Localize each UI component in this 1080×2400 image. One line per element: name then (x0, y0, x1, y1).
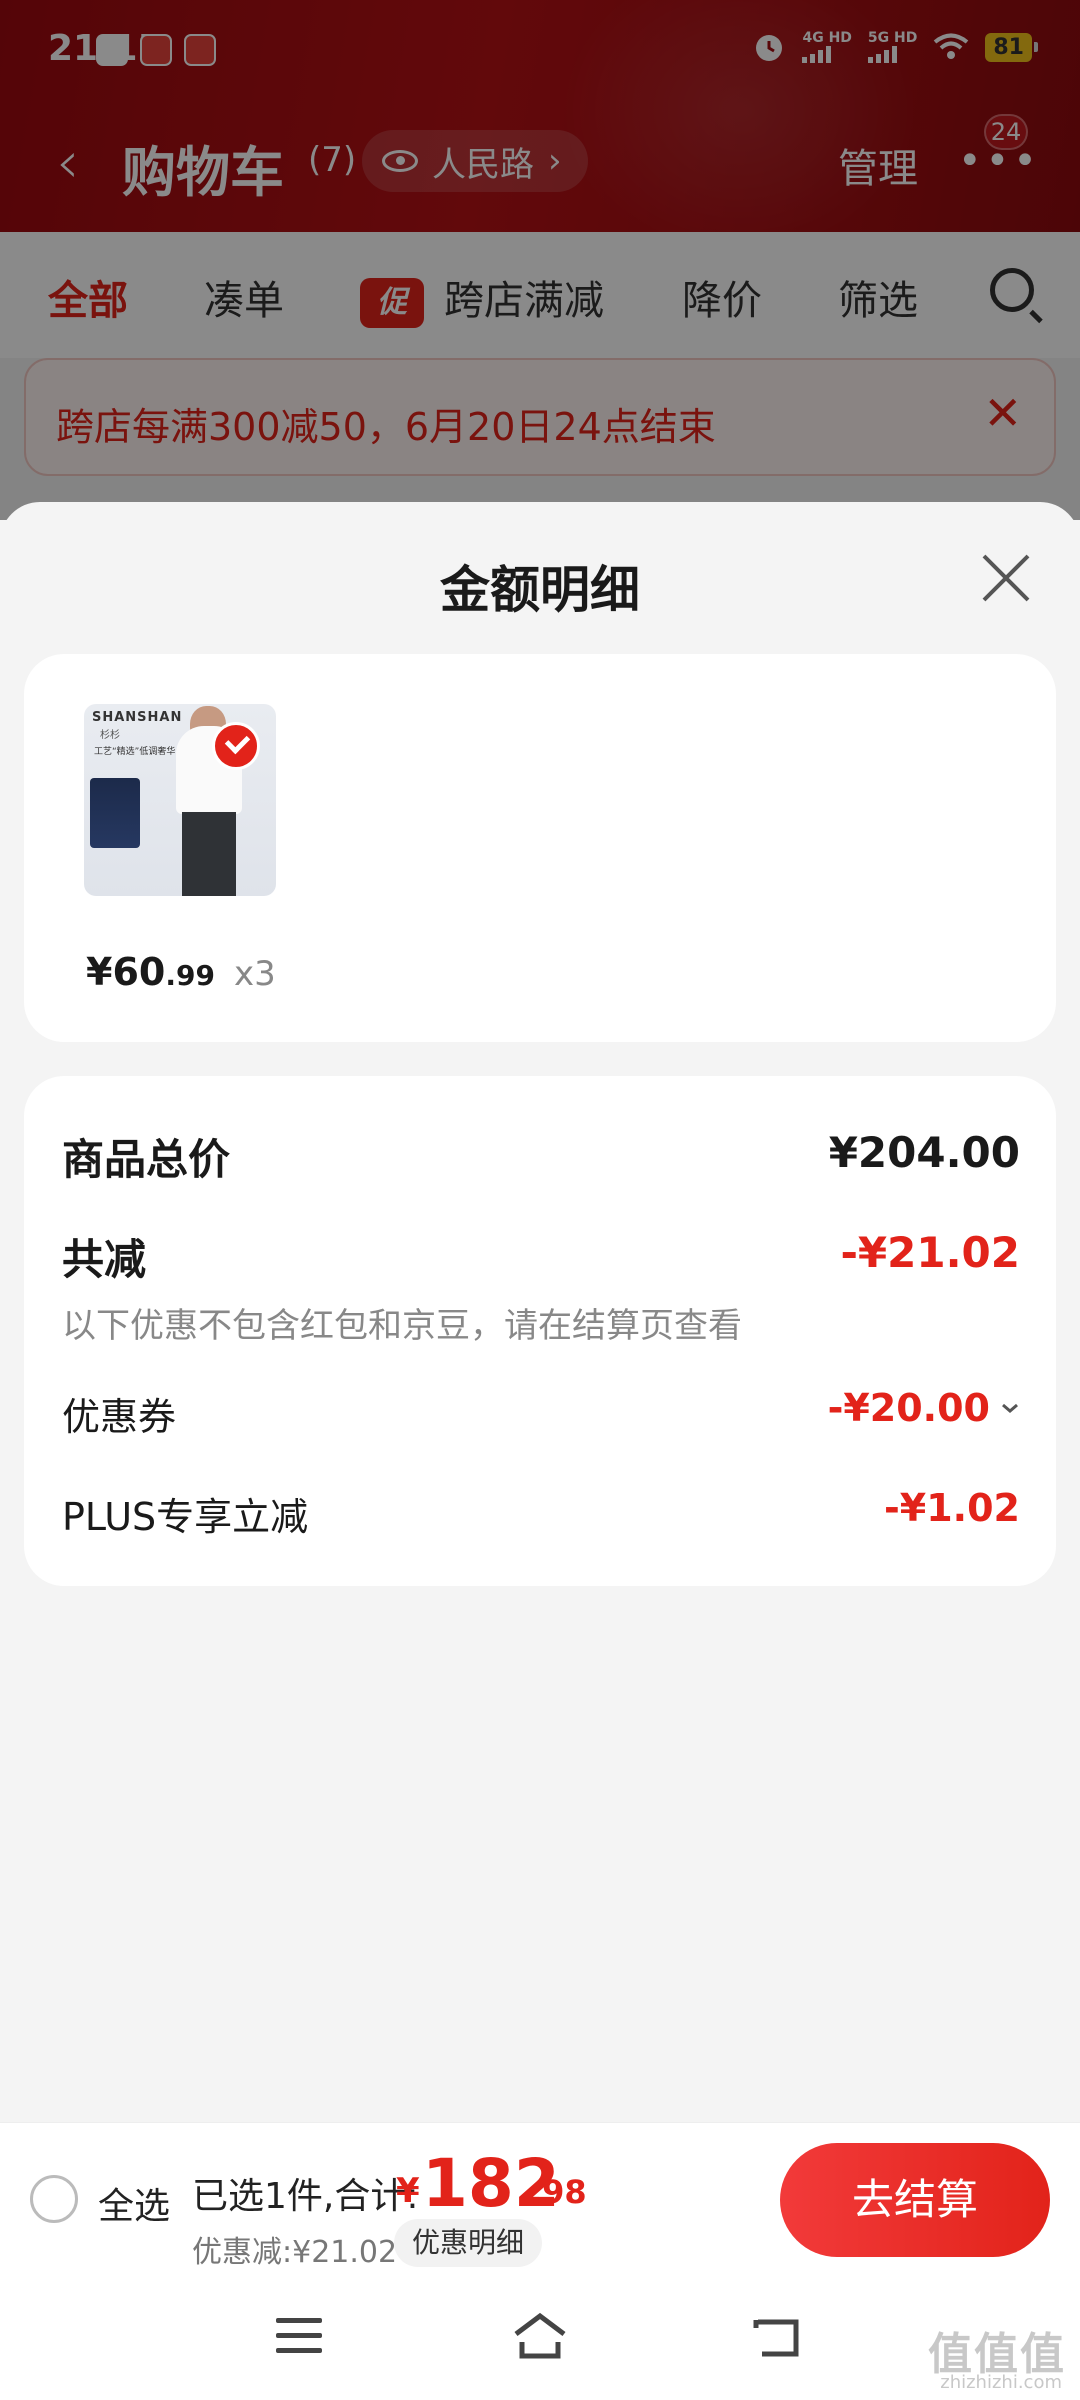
item-price-int: ¥60 (86, 950, 166, 994)
menu-icon[interactable] (276, 2318, 322, 2354)
checkout-bar: 全选 已选1件,合计: ¥ 182 .98 优惠减:¥21.02 优惠明细 去结… (0, 2122, 1080, 2272)
chevron-down-icon (1002, 1403, 1018, 1413)
price-summary-card: 商品总价 ¥204.00 共减 -¥21.02 以下优惠不包含红包和京豆，请在结… (24, 1076, 1056, 1586)
checkout-button[interactable]: 去结算 (780, 2143, 1050, 2257)
discount-detail-button[interactable]: 优惠明细 (394, 2219, 543, 2267)
system-nav-bar (0, 2272, 1080, 2400)
discount-amount: 优惠减:¥21.02 (192, 2235, 398, 2270)
total-amount-dec: .98 (530, 2173, 587, 2211)
select-all-radio[interactable] (30, 2175, 78, 2223)
reduce-label: 共减 (62, 1235, 147, 1284)
close-icon[interactable] (980, 552, 1032, 604)
coupon-value: -¥20.00 (827, 1386, 990, 1430)
item-price-dec: .99 (165, 959, 215, 992)
total-currency: ¥ (396, 2171, 420, 2211)
item-card: SHANSHAN 杉杉 工艺“精选”低调奢华 ¥60.99 x3 (24, 654, 1056, 1042)
coupon-label: 优惠券 (62, 1395, 177, 1439)
sheet-title: 金额明细 (440, 561, 640, 619)
discount-note: 以下优惠不包含红包和京豆，请在结算页查看 (62, 1306, 742, 1346)
item-price: ¥60.99 (86, 950, 215, 994)
plus-discount-value: -¥1.02 (884, 1486, 1020, 1530)
home-icon[interactable] (512, 2312, 568, 2360)
back-icon[interactable] (752, 2316, 804, 2358)
plus-discount-label: PLUS专享立减 (62, 1495, 309, 1539)
watermark-url: zhizhizhi.com (940, 2372, 1062, 2393)
product-brand-cn: 杉杉 (100, 730, 120, 741)
coupon-row-toggle[interactable]: -¥20.00 (828, 1386, 1020, 1430)
model-pants (182, 812, 236, 896)
total-price-value: ¥204.00 (828, 1128, 1020, 1177)
item-quantity: x3 (234, 954, 276, 994)
product-brand: SHANSHAN (92, 710, 183, 725)
folded-shirts (90, 778, 140, 848)
amount-detail-sheet: 金额明细 SHANSHAN 杉杉 工艺“精选”低调奢华 ¥60.99 x3 商品… (0, 502, 1080, 2122)
selected-summary: 已选1件,合计: (192, 2176, 419, 2217)
total-price-label: 商品总价 (62, 1135, 231, 1184)
reduce-value: -¥21.02 (840, 1228, 1020, 1277)
product-image-caption: 工艺“精选”低调奢华 (94, 747, 176, 757)
product-thumbnail[interactable]: SHANSHAN 杉杉 工艺“精选”低调奢华 (84, 704, 276, 896)
checkmark-icon (212, 722, 260, 770)
modal-backdrop[interactable] (0, 0, 1080, 520)
select-all-label[interactable]: 全选 (98, 2177, 170, 2229)
